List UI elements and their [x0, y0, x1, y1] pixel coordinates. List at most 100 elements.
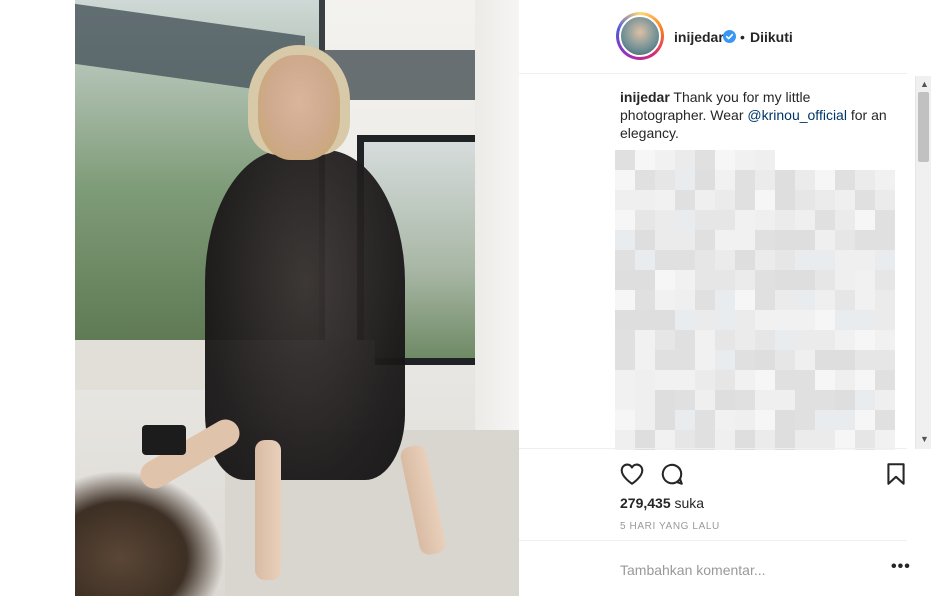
username-link[interactable]: inijedar: [674, 29, 724, 45]
mosaic-cell: [775, 210, 795, 230]
caption-mention-link[interactable]: @krinou_official: [747, 107, 847, 123]
mosaic-cell: [815, 290, 835, 310]
mosaic-cell: [875, 330, 895, 350]
mosaic-cell: [775, 270, 795, 290]
mosaic-cell: [755, 330, 775, 350]
mosaic-cell: [675, 330, 695, 350]
mosaic-cell: [735, 210, 755, 230]
mosaic-cell: [695, 430, 715, 450]
mosaic-cell: [715, 370, 735, 390]
mosaic-cell: [675, 370, 695, 390]
mosaic-cell: [795, 350, 815, 370]
scroll-up-arrow-icon[interactable]: ▲: [920, 79, 929, 89]
mosaic-cell: [715, 210, 735, 230]
mosaic-cell: [615, 150, 635, 170]
photo-face: [258, 55, 340, 160]
scroll-thumb[interactable]: [918, 92, 929, 162]
mosaic-cell: [795, 330, 815, 350]
mosaic-cell: [855, 170, 875, 190]
mosaic-cell: [635, 250, 655, 270]
mosaic-cell: [735, 270, 755, 290]
mosaic-cell: [795, 370, 815, 390]
mosaic-cell: [815, 250, 835, 270]
mosaic-cell: [715, 390, 735, 410]
mosaic-cell: [715, 190, 735, 210]
mosaic-cell: [835, 290, 855, 310]
mosaic-cell: [695, 250, 715, 270]
follow-status-button[interactable]: Diikuti: [750, 29, 793, 45]
bookmark-icon[interactable]: [883, 461, 909, 487]
mosaic-cell: [635, 170, 655, 190]
mosaic-cell: [815, 190, 835, 210]
mosaic-cell: [795, 190, 815, 210]
likes-count[interactable]: 279,435 suka: [620, 495, 704, 511]
caption-username[interactable]: inijedar: [620, 89, 670, 105]
mosaic-cell: [875, 270, 895, 290]
mosaic-cell: [775, 250, 795, 270]
mosaic-cell: [715, 410, 735, 430]
mosaic-cell: [655, 290, 675, 310]
comment-input[interactable]: Tambahkan komentar...: [620, 562, 766, 578]
scroll-down-arrow-icon[interactable]: ▼: [920, 434, 929, 444]
mosaic-cell: [675, 290, 695, 310]
post-timestamp[interactable]: 5 HARI YANG LALU: [620, 521, 720, 532]
more-options-button[interactable]: •••: [891, 558, 911, 576]
mosaic-cell: [835, 230, 855, 250]
mosaic-cell: [675, 430, 695, 450]
mosaic-cell: [655, 330, 675, 350]
mosaic-cell: [775, 410, 795, 430]
mosaic-cell: [855, 430, 875, 450]
mosaic-cell: [655, 250, 675, 270]
mosaic-cell: [795, 290, 815, 310]
mosaic-cell: [695, 230, 715, 250]
mosaic-cell: [675, 410, 695, 430]
mosaic-cell: [735, 410, 755, 430]
mosaic-cell: [775, 430, 795, 450]
comment-icon[interactable]: [659, 461, 685, 487]
mosaic-cell: [735, 350, 755, 370]
mosaic-cell: [695, 350, 715, 370]
mosaic-cell: [655, 370, 675, 390]
avatar[interactable]: [616, 12, 664, 60]
mosaic-cell: [635, 430, 655, 450]
mosaic-cell: [615, 170, 635, 190]
mosaic-cell: [695, 330, 715, 350]
mosaic-cell: [655, 230, 675, 250]
mosaic-cell: [675, 190, 695, 210]
mosaic-cell: [655, 190, 675, 210]
mosaic-cell: [615, 190, 635, 210]
mosaic-cell: [615, 210, 635, 230]
mosaic-cell: [735, 250, 755, 270]
mosaic-cell: [835, 350, 855, 370]
avatar-image: [619, 15, 661, 57]
mosaic-cell: [855, 390, 875, 410]
mosaic-cell: [755, 150, 775, 170]
mosaic-cell: [635, 290, 655, 310]
mosaic-cell: [875, 390, 895, 410]
mosaic-cell: [615, 230, 635, 250]
heart-icon[interactable]: [619, 461, 645, 487]
mosaic-cell: [615, 390, 635, 410]
likes-suffix: suka: [674, 495, 705, 511]
mosaic-cell: [715, 330, 735, 350]
mosaic-cell: [655, 150, 675, 170]
post-photo[interactable]: [75, 0, 519, 596]
mosaic-cell: [735, 370, 755, 390]
comments-scrollbar[interactable]: ▲ ▼: [915, 76, 931, 449]
mosaic-cell: [855, 230, 875, 250]
mosaic-cell: [795, 390, 815, 410]
mosaic-cell: [695, 410, 715, 430]
mosaic-cell: [615, 330, 635, 350]
mosaic-cell: [815, 230, 835, 250]
mosaic-cell: [655, 350, 675, 370]
mosaic-cell: [835, 410, 855, 430]
mosaic-cell: [755, 370, 775, 390]
mosaic-cell: [715, 350, 735, 370]
mosaic-cell: [695, 370, 715, 390]
mosaic-cell: [835, 330, 855, 350]
mosaic-cell: [655, 390, 675, 410]
mosaic-cell: [835, 190, 855, 210]
mosaic-cell: [735, 150, 755, 170]
mosaic-cell: [815, 270, 835, 290]
mosaic-cell: [795, 270, 815, 290]
